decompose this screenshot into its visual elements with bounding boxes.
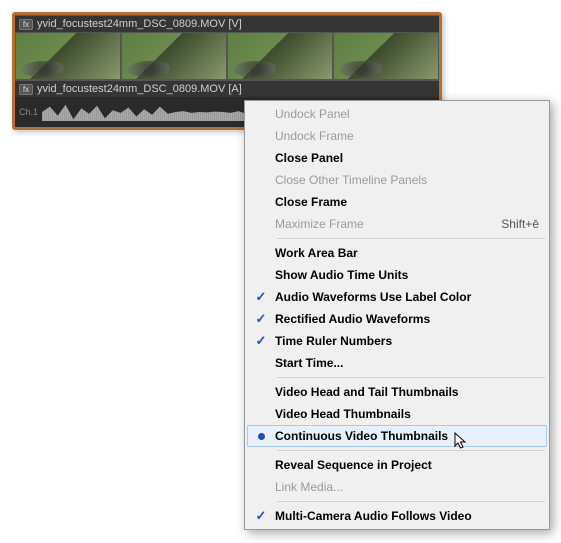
menu-multicam-audio-follows-video[interactable]: ✓ Multi-Camera Audio Follows Video: [247, 505, 547, 527]
menu-separator: [277, 377, 545, 378]
audio-track-label: yvid_focustest24mm_DSC_0809.MOV [A]: [37, 83, 242, 95]
menu-work-area-bar[interactable]: Work Area Bar: [247, 242, 547, 264]
video-thumbnail: [121, 32, 227, 80]
fx-badge-icon: fx: [19, 84, 33, 95]
menu-start-time[interactable]: Start Time...: [247, 352, 547, 374]
menu-continuous-video-thumbnails[interactable]: Continuous Video Thumbnails: [247, 425, 547, 447]
fx-badge-icon: fx: [19, 19, 33, 30]
timeline-context-menu: Undock Panel Undock Frame Close Panel Cl…: [244, 100, 550, 530]
audio-track-header[interactable]: fx yvid_focustest24mm_DSC_0809.MOV [A]: [15, 80, 439, 97]
menu-reveal-sequence-in-project[interactable]: Reveal Sequence in Project: [247, 454, 547, 476]
menu-show-audio-time-units[interactable]: Show Audio Time Units: [247, 264, 547, 286]
channel-label: Ch.1: [19, 107, 38, 117]
checkmark-icon: ✓: [256, 311, 267, 327]
menu-accelerator: Shift+ē: [489, 217, 539, 231]
video-thumbnail: [333, 32, 439, 80]
checkmark-icon: ✓: [256, 333, 267, 349]
menu-separator: [277, 238, 545, 239]
menu-audio-waveforms-use-label-color[interactable]: ✓ Audio Waveforms Use Label Color: [247, 286, 547, 308]
video-track-label: yvid_focustest24mm_DSC_0809.MOV [V]: [37, 18, 242, 30]
menu-close-frame[interactable]: Close Frame: [247, 191, 547, 213]
menu-rectified-audio-waveforms[interactable]: ✓ Rectified Audio Waveforms: [247, 308, 547, 330]
menu-close-panel[interactable]: Close Panel: [247, 147, 547, 169]
menu-separator: [277, 501, 545, 502]
menu-maximize-frame: Maximize Frame Shift+ē: [247, 213, 547, 235]
menu-undock-panel: Undock Panel: [247, 103, 547, 125]
menu-close-other-timeline-panels: Close Other Timeline Panels: [247, 169, 547, 191]
menu-undock-frame: Undock Frame: [247, 125, 547, 147]
video-thumbnail-strip[interactable]: [15, 32, 439, 80]
menu-video-head-and-tail-thumbnails[interactable]: Video Head and Tail Thumbnails: [247, 381, 547, 403]
radio-selected-icon: [258, 433, 265, 440]
menu-time-ruler-numbers[interactable]: ✓ Time Ruler Numbers: [247, 330, 547, 352]
menu-separator: [277, 450, 545, 451]
video-thumbnail: [15, 32, 121, 80]
video-track-header[interactable]: fx yvid_focustest24mm_DSC_0809.MOV [V]: [15, 15, 439, 32]
checkmark-icon: ✓: [256, 508, 267, 524]
video-thumbnail: [227, 32, 333, 80]
menu-link-media: Link Media...: [247, 476, 547, 498]
checkmark-icon: ✓: [256, 289, 267, 305]
menu-video-head-thumbnails[interactable]: Video Head Thumbnails: [247, 403, 547, 425]
